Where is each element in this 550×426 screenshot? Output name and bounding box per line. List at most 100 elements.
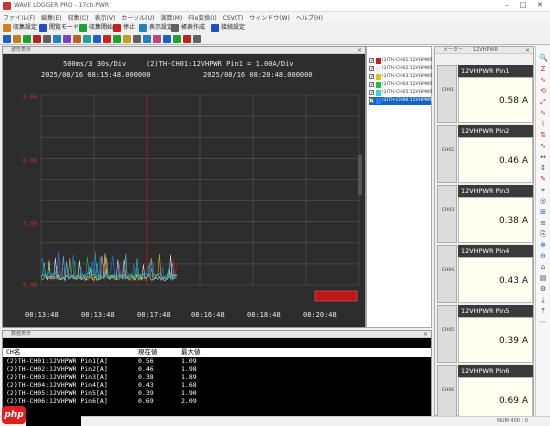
legend-checkbox[interactable]: ✓ xyxy=(369,66,374,72)
right-toolbar-icon-4[interactable]: ⤢ xyxy=(539,98,547,106)
icon-toolbar-button-10[interactable] xyxy=(103,35,111,43)
right-toolbar-icon-8[interactable]: ∿ xyxy=(539,142,547,150)
right-toolbar-icon-7[interactable]: ⇅ xyxy=(539,131,547,139)
right-toolbar-icon-1[interactable]: Z xyxy=(539,65,547,73)
right-toolbar-icon-21[interactable]: ⚙ xyxy=(539,285,547,293)
legend-checkbox[interactable]: ✓ xyxy=(369,98,374,104)
right-toolbar-icon-20[interactable]: ▤ xyxy=(539,274,547,282)
legend-color-swatch xyxy=(376,82,381,88)
meter-panel-close-icon[interactable]: × xyxy=(525,47,530,54)
table-row[interactable]: (2)TH-CH03:12VHPWR Pin3[A] 0.38 1.89 xyxy=(3,373,431,381)
toolbar-button-5[interactable]: 帳表作成 xyxy=(170,23,207,33)
meter-ch5[interactable]: CH05 12VHPWR Pin5 0.39 A xyxy=(437,305,533,363)
icon-toolbar-button-15[interactable] xyxy=(153,35,161,43)
right-toolbar-icon-11[interactable]: ✎ xyxy=(539,175,547,183)
toolbar-button-1[interactable]: 閲覧モード xyxy=(38,23,81,33)
right-toolbar-icon-10[interactable]: ↕ xyxy=(539,164,547,172)
legend-item-ch4[interactable]: ✓ (2)TH-CH04:12VHPWR Pin4 xyxy=(369,81,443,89)
table-row[interactable]: (2)TH-CH02:12VHPWR Pin2[A] 0.46 1.98 xyxy=(3,365,431,373)
legend-color-swatch xyxy=(376,58,381,64)
icon-toolbar-button-4[interactable] xyxy=(43,35,51,43)
icon-toolbar-button-5[interactable] xyxy=(53,35,61,43)
legend-item-ch1[interactable]: ✓ (2)TH-CH01:12VHPWR Pin1 xyxy=(369,57,443,65)
col-header-name[interactable]: CH名 xyxy=(6,348,20,357)
legend-checkbox[interactable]: ✓ xyxy=(369,82,374,88)
right-toolbar-icon-19[interactable]: ⌂ xyxy=(539,263,547,271)
meter-name: 12VHPWR Pin5 xyxy=(458,305,533,317)
meter-ch3[interactable]: CH03 12VHPWR Pin3 0.38 A xyxy=(437,185,533,243)
maximize-button[interactable]: □ xyxy=(516,1,530,11)
cell-name: (2)TH-CH01:12VHPWR Pin1[A] xyxy=(6,357,108,365)
wave-scroll-handle[interactable] xyxy=(358,155,362,195)
icon-toolbar-button-18[interactable] xyxy=(183,35,191,43)
icon-toolbar-button-7[interactable] xyxy=(73,35,81,43)
minimize-button[interactable]: – xyxy=(500,1,514,11)
right-toolbar-icon-3[interactable]: ⟲ xyxy=(539,87,547,95)
icon-toolbar-button-2[interactable] xyxy=(23,35,31,43)
table-row[interactable]: (2)TH-CH04:12VHPWR Pin4[A] 0.43 1.68 xyxy=(3,381,431,389)
icon-toolbar-button-6[interactable] xyxy=(63,35,71,43)
meter-ch2[interactable]: CH02 12VHPWR Pin2 0.46 A xyxy=(437,125,533,183)
x-tick-label: 08:17:48 xyxy=(137,311,171,319)
legend-checkbox[interactable]: ✓ xyxy=(369,58,374,64)
icon-toolbar-button-13[interactable] xyxy=(133,35,141,43)
icon-toolbar-button-14[interactable] xyxy=(143,35,151,43)
icon-toolbar-button-3[interactable] xyxy=(33,35,41,43)
right-toolbar-icon-5[interactable]: ∿ xyxy=(539,109,547,117)
legend-item-ch6[interactable]: ✓ (2)TH-CH06:12VHPWR Pin6 xyxy=(369,97,443,105)
toolbar-button-3[interactable]: 停止 xyxy=(112,23,137,33)
meter-panel-title-text: メーター xyxy=(443,47,464,53)
toolbar-button-2[interactable]: 収集開始 xyxy=(78,23,115,33)
legend-item-ch3[interactable]: ✓ (2)TH-CH03:12VHPWR Pin3 xyxy=(369,73,443,81)
icon-toolbar-button-11[interactable] xyxy=(113,35,121,43)
toolbar-button-label: 収集設定 xyxy=(13,24,38,31)
right-toolbar-icon-12[interactable]: ⌖ xyxy=(539,186,547,194)
icon-toolbar-button-12[interactable] xyxy=(123,35,131,43)
right-toolbar-icon-9[interactable]: ↔ xyxy=(539,153,547,161)
right-toolbar-icon-2[interactable]: ∿ xyxy=(539,76,547,84)
right-toolbar-icon-24[interactable]: ⋯ xyxy=(539,318,547,326)
wave-time-end: 2025/08/16 08:20:48.000000 xyxy=(203,71,313,79)
meter-ch4[interactable]: CH04 12VHPWR Pin4 0.43 A xyxy=(437,245,533,303)
php-watermark-logo: php xyxy=(2,406,26,424)
right-toolbar-icon-13[interactable]: ◎ xyxy=(539,197,547,205)
right-toolbar-icon-18[interactable]: ⊖ xyxy=(539,252,547,260)
right-toolbar-icon-16[interactable]: ⎘ xyxy=(539,230,547,238)
icon-toolbar-button-19[interactable] xyxy=(193,35,201,43)
right-toolbar-icon-14[interactable]: ⊞ xyxy=(539,208,547,216)
right-toolbar-icon-6[interactable]: ⌇ xyxy=(539,120,547,128)
col-header-max[interactable]: 最大値 xyxy=(181,348,201,357)
right-toolbar-icon-17[interactable]: ⊕ xyxy=(539,241,547,249)
toolbar-button-icon xyxy=(79,24,87,32)
meter-ch1[interactable]: CH01 12VHPWR Pin1 0.58 A xyxy=(437,65,533,123)
x-tick-label: 08:20:48 xyxy=(303,311,337,319)
icon-toolbar-button-1[interactable] xyxy=(13,35,21,43)
icon-toolbar-button-16[interactable] xyxy=(163,35,171,43)
numeric-panel-close-icon[interactable]: × xyxy=(423,331,428,338)
toolbar-button-0[interactable]: 収集設定 xyxy=(2,23,39,33)
right-toolbar-icon-23[interactable]: ⤒ xyxy=(539,307,547,315)
toolbar-button-icon xyxy=(3,24,11,32)
close-button[interactable]: ✕ xyxy=(533,1,547,11)
icon-toolbar-button-9[interactable] xyxy=(93,35,101,43)
table-row[interactable]: (2)TH-CH06:12VHPWR Pin6[A] 0.69 2.09 xyxy=(3,397,431,405)
toolbar-button-6[interactable]: 接続設定 xyxy=(210,23,247,33)
waveform-chart[interactable]: 500ms/3 30s/Div (2)TH-CH01:12VHPWR Pin1 … xyxy=(3,55,365,327)
icon-toolbar-button-17[interactable] xyxy=(173,35,181,43)
right-toolbar-icon-15[interactable]: ≡ xyxy=(539,219,547,227)
table-row[interactable]: (2)TH-CH05:12VHPWR Pin5[A] 0.39 1.90 xyxy=(3,389,431,397)
meter-name: 12VHPWR Pin3 xyxy=(458,185,533,197)
table-row[interactable]: (2)TH-CH01:12VHPWR Pin1[A] 0.56 1.09 xyxy=(3,357,431,365)
meter-channel-tab: CH03 xyxy=(437,185,457,243)
meter-ch6[interactable]: CH06 12VHPWR Pin6 0.69 A xyxy=(437,365,533,423)
legend-item-ch2[interactable]: ✓ (2)TH-CH02:12VHPWR Pin2 xyxy=(369,65,443,73)
legend-item-ch5[interactable]: ✓ (2)TH-CH05:12VHPWR Pin5 xyxy=(369,89,443,97)
col-header-current[interactable]: 現在値 xyxy=(138,348,158,357)
right-toolbar-icon-22[interactable]: ⤓ xyxy=(539,296,547,304)
waveform-panel-close-icon[interactable]: × xyxy=(357,47,362,54)
icon-toolbar-button-0[interactable] xyxy=(3,35,11,43)
legend-checkbox[interactable]: ✓ xyxy=(369,74,374,80)
right-toolbar-icon-0[interactable]: 🔍 xyxy=(539,54,548,62)
icon-toolbar-button-8[interactable] xyxy=(83,35,91,43)
legend-checkbox[interactable]: ✓ xyxy=(369,90,374,96)
